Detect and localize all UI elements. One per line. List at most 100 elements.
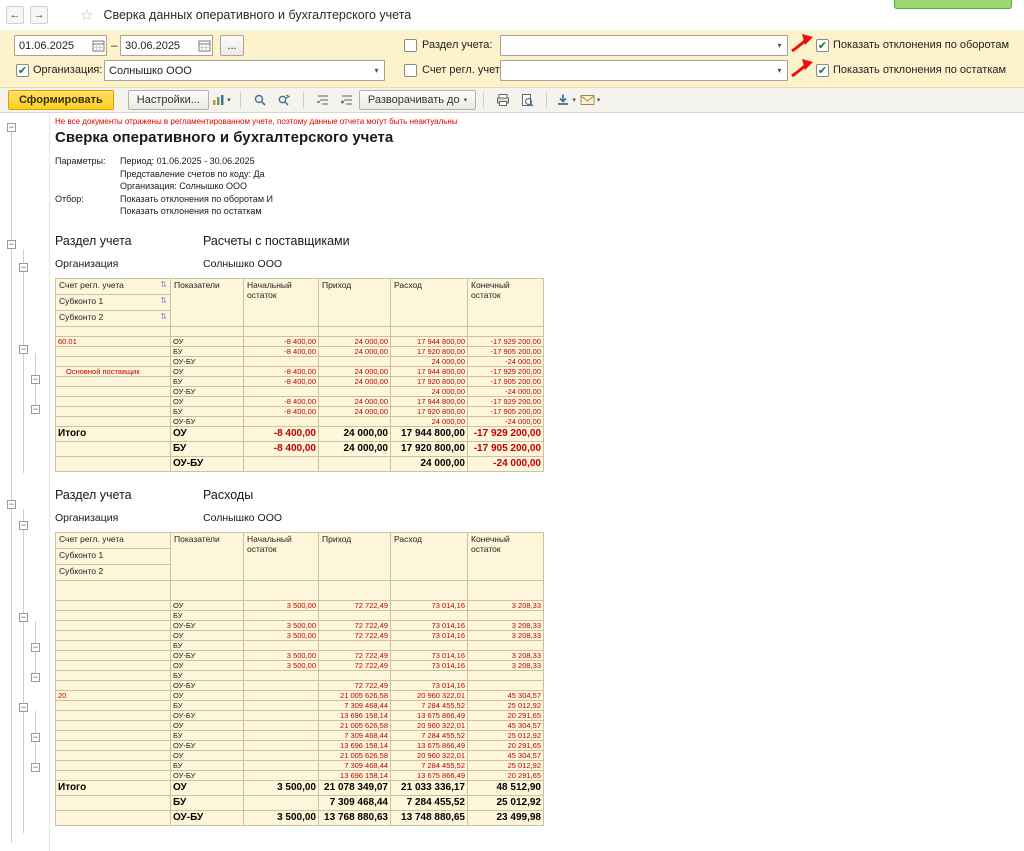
settings-button[interactable]: Настройки...	[128, 90, 209, 110]
section-select[interactable]: ▾	[500, 35, 788, 56]
table-row: ОУ-8 400,0024 000,0017 944 800,00-17 929…	[56, 396, 544, 406]
group-collapse-icon[interactable]: −	[31, 375, 40, 384]
calendar-icon[interactable]	[196, 39, 212, 52]
row-value-cell: -17 929 200,00	[468, 396, 544, 406]
row-value-cell	[468, 640, 544, 650]
group-collapse-icon[interactable]: −	[7, 500, 16, 509]
row-value-cell: -8 400,00	[244, 426, 319, 441]
column-header[interactable]: Начальный остаток	[244, 278, 319, 326]
row-value-cell: 3 500,00	[244, 780, 319, 795]
column-header[interactable]: Субконто 1⇅	[56, 294, 171, 310]
row-value-cell: -24 000,00	[468, 356, 544, 366]
collapse-levels-button[interactable]	[311, 90, 335, 110]
row-value-cell	[244, 580, 319, 600]
group-collapse-icon[interactable]: −	[31, 643, 40, 652]
show-turnover-checkbox[interactable]: ✔	[816, 39, 829, 52]
sort-icon[interactable]: ⇅	[160, 280, 167, 289]
dropdown-arrow-icon[interactable]: ▾	[772, 41, 787, 50]
group-collapse-icon[interactable]: −	[31, 673, 40, 682]
save-export-button[interactable]: ▾	[554, 90, 578, 110]
group-collapse-icon[interactable]: −	[19, 345, 28, 354]
table-row: ОУ-БУ24 000,00-24 000,00	[56, 386, 544, 396]
favorites-star-icon[interactable]: ☆	[80, 6, 93, 24]
period-from-input[interactable]: 01.06.2025	[14, 35, 107, 56]
row-value-cell	[391, 326, 468, 336]
row-value-cell: 25 012,92	[468, 700, 544, 710]
account-select[interactable]: ▾	[500, 60, 788, 81]
forward-button[interactable]: →	[30, 6, 48, 24]
column-header[interactable]: Конечный остаток	[468, 278, 544, 326]
organization-select[interactable]: Солнышко ООО ▾	[104, 60, 385, 81]
table-row: ОУ-БУ3 500,0072 722,4973 014,163 208,33	[56, 620, 544, 630]
row-value-cell	[244, 640, 319, 650]
organization-checkbox[interactable]: ✔	[16, 64, 29, 77]
send-email-button[interactable]: ▾	[578, 90, 602, 110]
group-collapse-icon[interactable]: −	[31, 405, 40, 414]
row-account-cell	[56, 640, 171, 650]
period-more-button[interactable]: ...	[220, 35, 244, 56]
table-row: ОУ21 005 626,5820 960 322,0145 304,57	[56, 720, 544, 730]
report-variant-button[interactable]: ▾	[209, 90, 233, 110]
group-collapse-icon[interactable]: −	[7, 123, 16, 132]
section-checkbox[interactable]	[404, 39, 417, 52]
column-header[interactable]: Расход	[391, 278, 468, 326]
group-collapse-icon[interactable]: −	[19, 263, 28, 272]
row-indicator-cell: ОУ-БУ	[171, 416, 244, 426]
column-header[interactable]: Субконто 2⇅	[56, 310, 171, 326]
dropdown-arrow-icon: ▾	[597, 96, 601, 104]
group-collapse-icon[interactable]: −	[7, 240, 16, 249]
row-value-cell: 21 078 349,07	[319, 780, 391, 795]
column-header[interactable]: Конечный остаток	[468, 532, 544, 580]
sort-icon[interactable]: ⇅	[160, 296, 167, 305]
search-next-button[interactable]	[272, 90, 296, 110]
back-button[interactable]: ←	[6, 6, 24, 24]
row-value-cell: 7 309 468,44	[319, 700, 391, 710]
row-value-cell: -8 400,00	[244, 366, 319, 376]
table-row: БУ7 309 468,447 284 455,5225 012,92	[56, 730, 544, 740]
dropdown-arrow-icon[interactable]: ▾	[369, 66, 384, 75]
column-header[interactable]: Субконто 1	[56, 548, 171, 564]
table-row	[56, 580, 544, 600]
column-header[interactable]: Счет регл. учета	[56, 532, 171, 548]
column-header[interactable]: Показатели	[171, 278, 244, 326]
window-title: Сверка данных оперативного и бухгалтерск…	[103, 8, 411, 22]
generate-button[interactable]: Сформировать	[8, 90, 114, 110]
row-value-cell: 24 000,00	[391, 416, 468, 426]
column-header[interactable]: Показатели	[171, 532, 244, 580]
toolbar-separator	[303, 92, 304, 108]
calendar-icon[interactable]	[90, 39, 106, 52]
row-indicator-cell: ОУ	[171, 750, 244, 760]
sort-icon[interactable]: ⇅	[160, 312, 167, 321]
parameter-line: Параметры:Период: 01.06.2025 - 30.06.202…	[55, 155, 1020, 168]
parameter-label: Параметры:	[55, 155, 120, 168]
group-collapse-icon[interactable]: −	[31, 733, 40, 742]
account-checkbox[interactable]	[404, 64, 417, 77]
row-account-cell	[56, 456, 171, 471]
period-to-input[interactable]: 30.06.2025	[120, 35, 213, 56]
group-collapse-icon[interactable]: −	[19, 521, 28, 530]
column-header[interactable]: Приход	[319, 532, 391, 580]
row-value-cell	[319, 416, 391, 426]
row-value-cell: 17 944 800,00	[391, 396, 468, 406]
row-account-cell	[56, 760, 171, 770]
group-collapse-icon[interactable]: −	[19, 703, 28, 712]
expand-levels-icon	[340, 93, 354, 107]
column-header[interactable]: Субконто 2	[56, 564, 171, 580]
search-button[interactable]	[248, 90, 272, 110]
column-header[interactable]: Расход	[391, 532, 468, 580]
expand-to-button[interactable]: Разворачивать до ▾	[359, 90, 476, 110]
column-header[interactable]: Счет регл. учета⇅	[56, 278, 171, 294]
show-balance-checkbox[interactable]: ✔	[816, 64, 829, 77]
column-header[interactable]: Приход	[319, 278, 391, 326]
print-preview-button[interactable]	[515, 90, 539, 110]
column-header[interactable]: Начальный остаток	[244, 532, 319, 580]
group-collapse-icon[interactable]: −	[31, 763, 40, 772]
row-indicator-cell: ОУ-БУ	[171, 680, 244, 690]
print-button[interactable]	[491, 90, 515, 110]
expand-levels-button[interactable]	[335, 90, 359, 110]
column-header-label: Субконто 1	[59, 550, 103, 560]
row-value-cell: 24 000,00	[319, 366, 391, 376]
group-collapse-icon[interactable]: −	[19, 613, 28, 622]
table-row: БУ7 309 468,447 284 455,5225 012,92	[56, 700, 544, 710]
dropdown-arrow-icon[interactable]: ▾	[772, 66, 787, 75]
